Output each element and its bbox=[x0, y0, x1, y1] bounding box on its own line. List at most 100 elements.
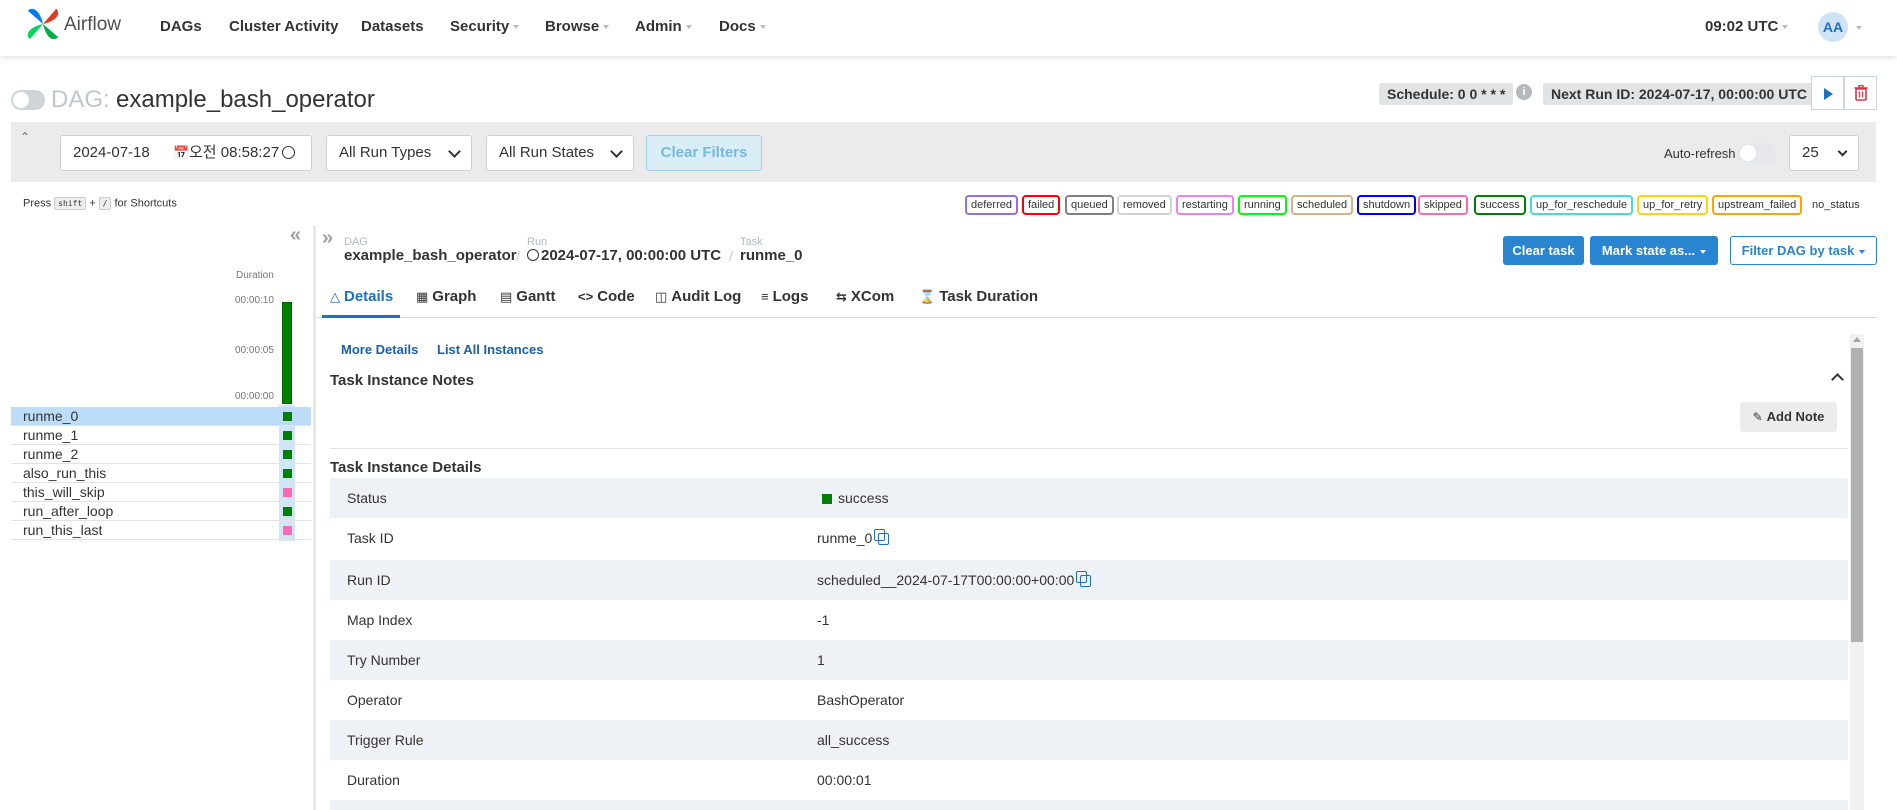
collapse-grid-icon[interactable]: « bbox=[290, 225, 301, 245]
breadcrumb-task[interactable]: runme_0 bbox=[740, 247, 803, 264]
legend-failed[interactable]: failed bbox=[1022, 195, 1061, 215]
chevron-down-icon bbox=[1837, 146, 1848, 157]
timezone-clock[interactable]: 09:02 UTC bbox=[1705, 18, 1789, 35]
trigger-dag-button[interactable] bbox=[1811, 76, 1844, 110]
list-all-instances-link[interactable]: List All Instances bbox=[437, 342, 543, 357]
task-row-runme-0[interactable]: runme_0 bbox=[11, 407, 311, 426]
breadcrumb-separator: / bbox=[729, 248, 733, 264]
detail-key: Trigger Rule bbox=[347, 732, 424, 748]
copy-icon[interactable] bbox=[874, 529, 890, 546]
task-row-runme-2[interactable]: runme_2 bbox=[11, 445, 311, 464]
nav-dags[interactable]: DAGs bbox=[160, 18, 202, 35]
legend-up-for-reschedule[interactable]: up_for_reschedule bbox=[1530, 195, 1634, 215]
tab-details[interactable]: △ Details bbox=[330, 288, 393, 305]
legend-shutdown[interactable]: shutdown bbox=[1357, 195, 1417, 215]
task-instance-status-square[interactable] bbox=[283, 431, 292, 440]
legend-skipped[interactable]: skipped bbox=[1418, 195, 1468, 215]
nav-security[interactable]: Security bbox=[450, 18, 520, 35]
tab-task-duration[interactable]: ⌛ Task Duration bbox=[919, 288, 1038, 305]
dag-pause-toggle[interactable] bbox=[11, 90, 45, 110]
legend-upstream-failed[interactable]: upstream_failed bbox=[1712, 195, 1803, 215]
chevron-down-icon bbox=[1782, 25, 1789, 30]
task-instance-status-square[interactable] bbox=[283, 469, 292, 478]
add-note-button[interactable]: ✎ Add Note bbox=[1740, 402, 1837, 432]
dag-prefix-label: DAG: bbox=[51, 86, 110, 113]
task-row-this-will-skip[interactable]: this_will_skip bbox=[11, 483, 311, 502]
airflow-logo-icon[interactable] bbox=[24, 5, 62, 43]
detail-value: scheduled__2024-07-17T00:00:00+00:00 bbox=[817, 571, 1092, 588]
nav-cluster-activity[interactable]: Cluster Activity bbox=[229, 18, 338, 35]
detail-value: -1 bbox=[817, 612, 830, 628]
detail-value: success bbox=[822, 490, 889, 506]
legend-scheduled[interactable]: scheduled bbox=[1291, 195, 1354, 215]
details-scrollbar-thumb[interactable] bbox=[1851, 348, 1863, 642]
chevron-up-icon[interactable] bbox=[1831, 373, 1844, 386]
filter-dag-by-task-button[interactable]: Filter DAG by task bbox=[1730, 236, 1877, 265]
legend-removed[interactable]: removed bbox=[1117, 195, 1172, 215]
legend-queued[interactable]: queued bbox=[1065, 195, 1114, 215]
user-avatar[interactable]: AA bbox=[1818, 12, 1848, 42]
tab-logs[interactable]: ≡ Logs bbox=[761, 288, 808, 305]
task-instance-status-square[interactable] bbox=[283, 412, 292, 421]
expand-details-icon[interactable]: » bbox=[322, 228, 333, 248]
tab-audit-log[interactable]: ◫ Audit Log bbox=[655, 288, 741, 305]
task-row-run-this-last[interactable]: run_this_last bbox=[11, 521, 311, 540]
auto-refresh-toggle[interactable] bbox=[1738, 143, 1776, 163]
run-states-select[interactable]: All Run States bbox=[486, 135, 634, 171]
legend-running[interactable]: running bbox=[1238, 195, 1287, 215]
task-row-runme-1[interactable]: runme_1 bbox=[11, 426, 311, 445]
calendar-icon[interactable]: 📅 bbox=[173, 136, 189, 170]
detail-value: all_success bbox=[817, 732, 890, 748]
task-row-run-after-loop[interactable]: run_after_loop bbox=[11, 502, 311, 521]
info-icon[interactable]: i bbox=[1516, 84, 1532, 100]
task-instance-details-title: Task Instance Details bbox=[330, 459, 482, 476]
task-instance-status-square[interactable] bbox=[283, 507, 292, 516]
run-types-select[interactable]: All Run Types bbox=[326, 135, 472, 171]
clear-task-button[interactable]: Clear task bbox=[1503, 236, 1584, 265]
legend-up-for-retry[interactable]: up_for_retry bbox=[1637, 195, 1709, 215]
chevron-down-icon[interactable] bbox=[1856, 26, 1862, 30]
dag-title[interactable]: example_bash_operator bbox=[116, 86, 375, 114]
tab-gantt[interactable]: ▤ Gantt bbox=[500, 288, 555, 305]
breadcrumb-run[interactable]: 2024-07-17, 00:00:00 UTC bbox=[527, 247, 721, 264]
base-date-input[interactable]: 2024-07-18 📅 오전 08:58:27 bbox=[60, 135, 312, 171]
nav-browse[interactable]: Browse bbox=[545, 18, 610, 35]
hourglass-icon: ⌛ bbox=[919, 289, 936, 304]
legend-deferred[interactable]: deferred bbox=[965, 195, 1018, 215]
task-row-also-run-this[interactable]: also_run_this bbox=[11, 464, 311, 483]
dag-run-duration-bar[interactable] bbox=[282, 302, 292, 404]
legend-no-status[interactable]: no_status bbox=[1806, 195, 1866, 215]
page-size-select[interactable]: 25 bbox=[1789, 135, 1859, 171]
nav-admin[interactable]: Admin bbox=[635, 18, 692, 35]
table-row: Run ID scheduled__2024-07-17T00:00:00+00… bbox=[330, 560, 1848, 600]
tab-xcom[interactable]: ⇆ XCom bbox=[836, 288, 894, 305]
task-instance-status-square[interactable] bbox=[283, 526, 292, 535]
tab-graph[interactable]: ▦ Graph bbox=[416, 288, 476, 305]
table-row: Map Index -1 bbox=[330, 600, 1848, 640]
copy-icon[interactable] bbox=[1076, 571, 1092, 588]
table-row bbox=[330, 800, 1848, 810]
legend-success[interactable]: success bbox=[1474, 195, 1526, 215]
table-row: Try Number 1 bbox=[330, 640, 1848, 680]
pencil-icon: ✎ bbox=[1752, 410, 1763, 424]
mark-state-button[interactable]: Mark state as... bbox=[1590, 236, 1718, 265]
chevron-down-icon bbox=[759, 25, 766, 30]
list-icon: ≡ bbox=[761, 289, 769, 304]
nav-docs[interactable]: Docs bbox=[719, 18, 766, 35]
collapse-filters-icon[interactable]: ⌃ bbox=[20, 130, 30, 144]
clock-icon[interactable] bbox=[282, 146, 295, 159]
clear-filters-button[interactable]: Clear Filters bbox=[646, 135, 762, 171]
detail-key: Duration bbox=[347, 772, 400, 788]
more-details-link[interactable]: More Details bbox=[341, 342, 418, 357]
legend-restarting[interactable]: restarting bbox=[1176, 195, 1234, 215]
scroll-up-arrow-icon[interactable] bbox=[1853, 337, 1861, 342]
panel-resize-handle[interactable] bbox=[313, 226, 316, 810]
task-instance-status-square[interactable] bbox=[283, 488, 292, 497]
task-instance-status-square[interactable] bbox=[283, 450, 292, 459]
nav-datasets[interactable]: Datasets bbox=[361, 18, 424, 35]
delete-dag-button[interactable] bbox=[1844, 76, 1877, 110]
duration-tick: 00:00:05 bbox=[235, 345, 274, 356]
tab-code[interactable]: <> Code bbox=[578, 288, 635, 305]
brand-name[interactable]: Airflow bbox=[64, 14, 121, 36]
breadcrumb-dag[interactable]: example_bash_operator bbox=[344, 247, 517, 264]
